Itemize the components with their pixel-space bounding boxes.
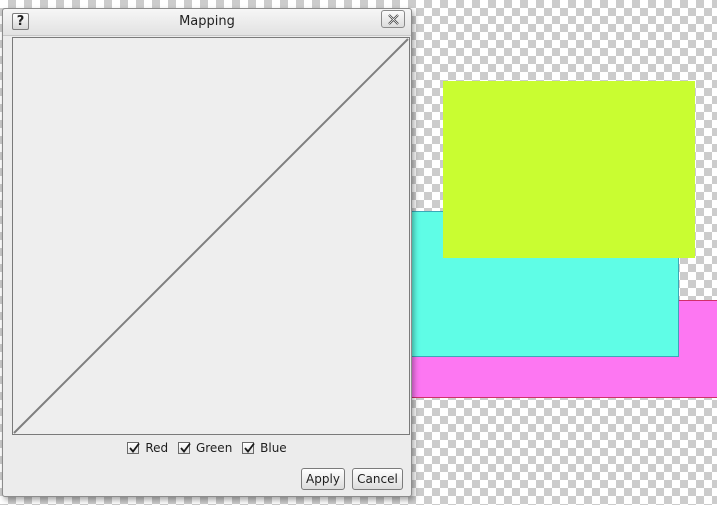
checkmark-icon — [244, 442, 255, 453]
close-icon — [388, 14, 399, 25]
mapping-dialog: ? Mapping Red Green Blue Apply Cancel — [2, 8, 412, 497]
checkmark-icon — [180, 442, 191, 453]
canvas-rect-lime — [443, 81, 695, 258]
dialog-title: Mapping — [179, 14, 235, 29]
channel-red[interactable]: Red — [127, 441, 168, 455]
green-checkbox-label: Green — [195, 440, 233, 455]
channel-green[interactable]: Green — [177, 440, 233, 455]
red-checkbox[interactable] — [127, 441, 141, 454]
mapping-curve-editor[interactable] — [12, 37, 410, 435]
channel-blue[interactable]: Blue — [242, 441, 287, 455]
dialog-titlebar[interactable]: ? Mapping — [3, 9, 411, 36]
mapping-curve — [13, 38, 409, 434]
green-checkbox[interactable] — [177, 441, 191, 454]
apply-button[interactable]: Apply — [301, 468, 345, 490]
cancel-button[interactable]: Cancel — [352, 468, 403, 490]
close-button[interactable] — [381, 10, 405, 28]
channel-checkboxes: Red Green Blue — [3, 440, 411, 458]
blue-checkbox-label: Blue — [260, 440, 287, 455]
red-checkbox-label: Red — [145, 440, 169, 455]
checkmark-icon — [129, 442, 141, 453]
blue-checkbox[interactable] — [242, 441, 255, 454]
